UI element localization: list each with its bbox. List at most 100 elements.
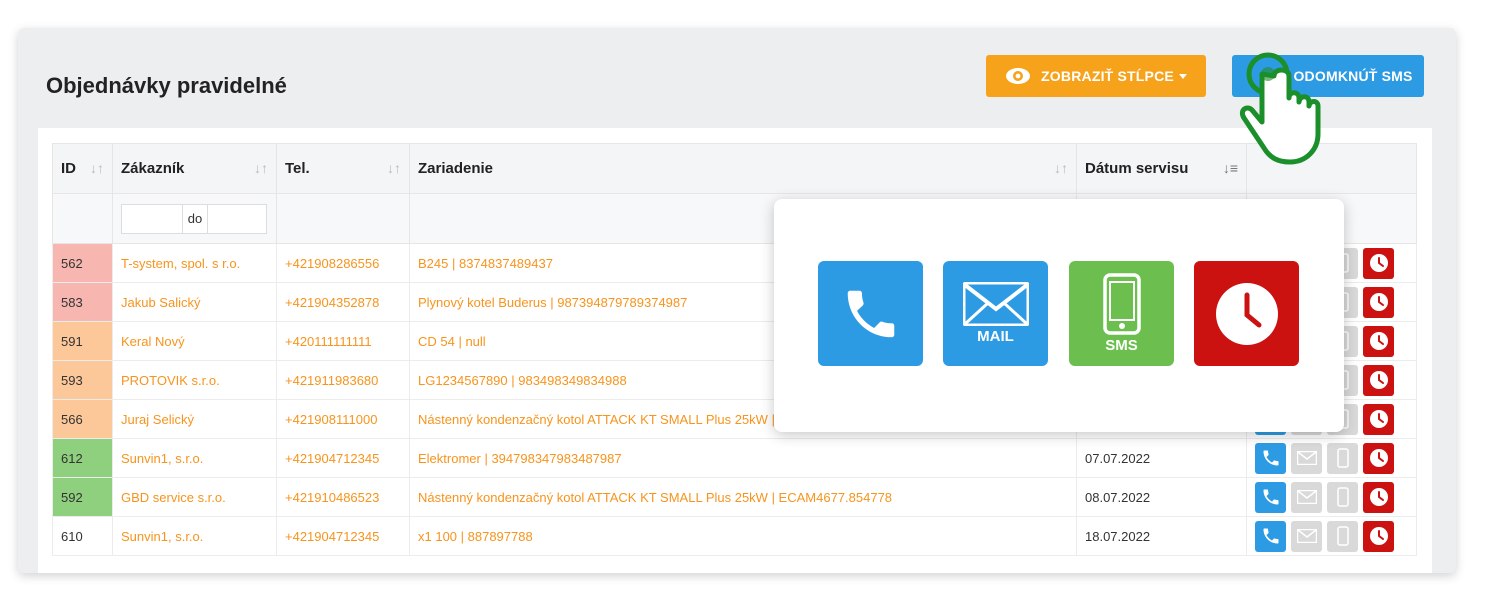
customer-link[interactable]: GBD service s.r.o. [112, 477, 277, 517]
call-button[interactable] [1255, 481, 1286, 513]
sms-button[interactable] [1327, 481, 1358, 513]
reminder-button[interactable] [1363, 403, 1394, 435]
column-header-tel[interactable]: Tel. ↓↑ [276, 143, 410, 194]
row-actions [1246, 438, 1417, 478]
reminder-button[interactable] [1363, 247, 1394, 279]
sort-icon[interactable]: ↓↑ [90, 160, 104, 176]
phone-link[interactable]: +421910486523 [276, 477, 410, 517]
sms-icon [1336, 448, 1349, 468]
clock-icon [1369, 449, 1388, 467]
sort-icon[interactable]: ↓↑ [387, 160, 401, 176]
column-label: Zákazník [121, 160, 185, 177]
customer-link[interactable]: PROTOVIK s.r.o. [112, 360, 277, 400]
sms-label: SMS [1105, 337, 1138, 354]
column-header-device[interactable]: Zariadenie ↓↑ [409, 143, 1077, 194]
reminder-button[interactable] [1363, 481, 1394, 513]
column-header-customer[interactable]: Zákazník ↓↑ [112, 143, 277, 194]
chevron-down-icon [1178, 73, 1187, 79]
service-date: 18.07.2022 [1076, 516, 1247, 556]
customer-link[interactable]: Sunvin1, s.r.o. [112, 438, 277, 478]
sms-button[interactable] [1327, 520, 1358, 552]
mail-icon [1296, 451, 1317, 465]
filter-to-label: do [183, 204, 208, 233]
reminder-button[interactable] [1363, 442, 1394, 474]
device-link[interactable]: Elektromer | 394798347983487987 [409, 438, 1077, 478]
customer-link[interactable]: Keral Nový [112, 321, 277, 361]
customer-filter: do [121, 203, 267, 234]
sms-icon [1102, 273, 1141, 335]
customer-link[interactable]: Jakub Salický [112, 282, 277, 322]
column-label: Zariadenie [418, 160, 494, 177]
customer-link[interactable]: T-system, spol. s r.o. [112, 243, 277, 283]
sms-icon [1336, 526, 1349, 546]
hand-cursor-icon [1239, 52, 1321, 165]
column-label: ID [61, 160, 76, 177]
device-link[interactable]: Nástenný kondenzačný kotol ATTACK KT SMA… [409, 477, 1077, 517]
clock-icon [1215, 282, 1278, 345]
sms-option-button[interactable]: SMS [1069, 261, 1174, 366]
clock-icon [1369, 332, 1388, 350]
device-link[interactable]: x1 100 | 887897788 [409, 516, 1077, 556]
filter-cell [52, 193, 113, 244]
reminder-button[interactable] [1363, 364, 1394, 396]
order-id: 591 [52, 321, 113, 361]
show-columns-label: ZOBRAZIŤ STĹPCE [1041, 68, 1174, 84]
column-label: Tel. [285, 160, 310, 177]
phone-link[interactable]: +421911983680 [276, 360, 410, 400]
clock-icon [1369, 293, 1388, 311]
mail-button[interactable] [1291, 520, 1322, 552]
table-row: 592 GBD service s.r.o. +421910486523 Násten… [52, 477, 1417, 517]
reminder-button[interactable] [1363, 325, 1394, 357]
reminder-button[interactable] [1363, 520, 1394, 552]
filter-from-input[interactable] [122, 204, 183, 233]
show-columns-button[interactable]: ZOBRAZIŤ STĹPCE [986, 55, 1206, 97]
customer-link[interactable]: Sunvin1, s.r.o. [112, 516, 277, 556]
row-actions [1246, 516, 1417, 556]
sms-icon [1336, 487, 1349, 507]
filter-to-input[interactable] [208, 205, 266, 233]
contact-options-popup: MAIL SMS [774, 199, 1344, 432]
table-row: 610 Sunvin1, s.r.o. +421904712345 x1 100 | … [52, 516, 1417, 556]
eye-icon [1005, 67, 1031, 85]
column-header-id[interactable]: ID ↓↑ [52, 143, 113, 194]
reminder-option-button[interactable] [1194, 261, 1299, 366]
phone-link[interactable]: +421904712345 [276, 438, 410, 478]
mail-icon [1296, 490, 1317, 504]
customer-link[interactable]: Juraj Selický [112, 399, 277, 439]
clock-icon [1369, 371, 1388, 389]
sort-icon[interactable]: ↓↑ [1054, 160, 1068, 176]
mail-button[interactable] [1291, 442, 1322, 474]
phone-link[interactable]: +420111111111 [276, 321, 410, 361]
sms-button[interactable] [1327, 442, 1358, 474]
reminder-button[interactable] [1363, 286, 1394, 318]
mail-icon [962, 282, 1029, 326]
order-id: 610 [52, 516, 113, 556]
sort-icon[interactable]: ↓↑ [254, 160, 268, 176]
order-id: 592 [52, 477, 113, 517]
phone-link[interactable]: +421908286556 [276, 243, 410, 283]
service-date: 07.07.2022 [1076, 438, 1247, 478]
clock-icon [1369, 527, 1388, 545]
phone-icon [1263, 489, 1278, 505]
clock-icon [1369, 410, 1388, 428]
column-label: Dátum servisu [1085, 160, 1189, 177]
order-id: 612 [52, 438, 113, 478]
table-row: 612 Sunvin1, s.r.o. +421904712345 Elektrome… [52, 438, 1417, 478]
phone-icon [847, 290, 894, 337]
order-id: 593 [52, 360, 113, 400]
row-actions [1246, 477, 1417, 517]
call-button[interactable] [1255, 442, 1286, 474]
call-button[interactable] [1255, 520, 1286, 552]
mail-button[interactable] [1291, 481, 1322, 513]
phone-icon [1263, 528, 1278, 544]
page-title: Objednávky pravidelné [46, 73, 287, 98]
column-header-date[interactable]: Dátum servisu ↓≡ [1076, 143, 1247, 194]
phone-link[interactable]: +421904352878 [276, 282, 410, 322]
phone-link[interactable]: +421908111000 [276, 399, 410, 439]
clock-icon [1369, 488, 1388, 506]
mail-option-button[interactable]: MAIL [943, 261, 1048, 366]
filter-cell [276, 193, 410, 244]
phone-link[interactable]: +421904712345 [276, 516, 410, 556]
clock-icon [1369, 254, 1388, 272]
call-option-button[interactable] [818, 261, 923, 366]
